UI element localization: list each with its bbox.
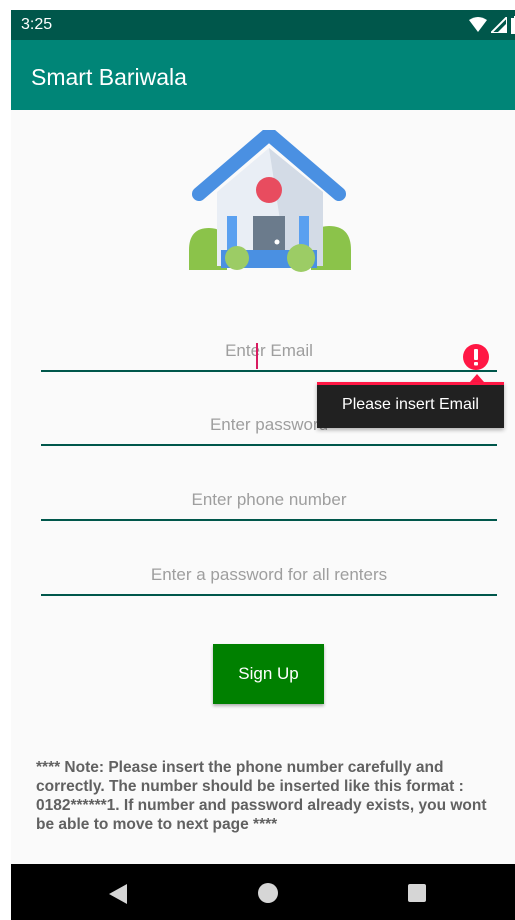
renter-password-input[interactable]	[41, 556, 497, 594]
app-bar: Smart Bariwala	[11, 40, 515, 110]
device-screen: 3:25 Smart Bariwala Enter Email Please i…	[11, 10, 515, 920]
phone-underline	[41, 519, 497, 521]
renter-password-field[interactable]	[41, 556, 497, 596]
email-underline	[41, 370, 497, 372]
app-title: Smart Bariwala	[31, 64, 187, 90]
phone-field[interactable]	[41, 481, 497, 521]
sign-up-button[interactable]: Sign Up	[213, 644, 324, 704]
error-icon	[463, 344, 489, 370]
status-icons	[469, 16, 515, 34]
tooltip-arrow	[470, 374, 484, 382]
text-cursor	[256, 343, 258, 369]
renter-password-underline	[41, 594, 497, 596]
house-icon	[189, 130, 351, 272]
recent-apps-icon[interactable]	[408, 884, 426, 902]
status-bar: 3:25	[11, 10, 515, 40]
home-icon[interactable]	[258, 883, 278, 903]
password-underline	[41, 444, 497, 446]
battery-icon	[511, 16, 515, 34]
signal-icon	[491, 17, 507, 33]
email-input[interactable]	[41, 332, 497, 370]
error-tooltip: Please insert Email	[317, 382, 504, 428]
phone-input[interactable]	[41, 481, 497, 519]
status-time: 3:25	[21, 16, 53, 33]
back-icon[interactable]	[109, 884, 127, 904]
navigation-bar	[11, 864, 515, 920]
note-text: **** Note: Please insert the phone numbe…	[36, 759, 487, 833]
wifi-icon	[469, 17, 487, 32]
email-field[interactable]	[41, 332, 497, 372]
